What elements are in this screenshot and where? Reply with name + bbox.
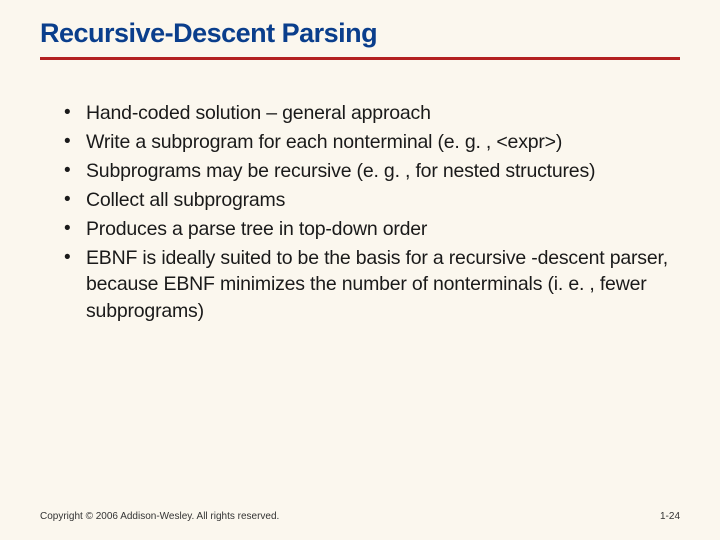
- footer: Copyright © 2006 Addison-Wesley. All rig…: [40, 511, 680, 522]
- bullet-item: Produces a parse tree in top-down order: [64, 216, 672, 243]
- bullet-item: Hand-coded solution – general approach: [64, 100, 672, 127]
- slide: Recursive-Descent Parsing Hand-coded sol…: [0, 0, 720, 540]
- page-number: 1-24: [660, 511, 680, 522]
- bullet-item: Subprograms may be recursive (e. g. , fo…: [64, 158, 672, 185]
- bullet-item: Write a subprogram for each nonterminal …: [64, 129, 672, 156]
- bullet-item: Collect all subprograms: [64, 187, 672, 214]
- slide-title: Recursive-Descent Parsing: [40, 18, 680, 49]
- bullet-item: EBNF is ideally suited to be the basis f…: [64, 245, 672, 326]
- title-rule: [40, 57, 680, 60]
- bullet-list: Hand-coded solution – general approach W…: [40, 100, 680, 325]
- copyright-text: Copyright © 2006 Addison-Wesley. All rig…: [40, 511, 279, 522]
